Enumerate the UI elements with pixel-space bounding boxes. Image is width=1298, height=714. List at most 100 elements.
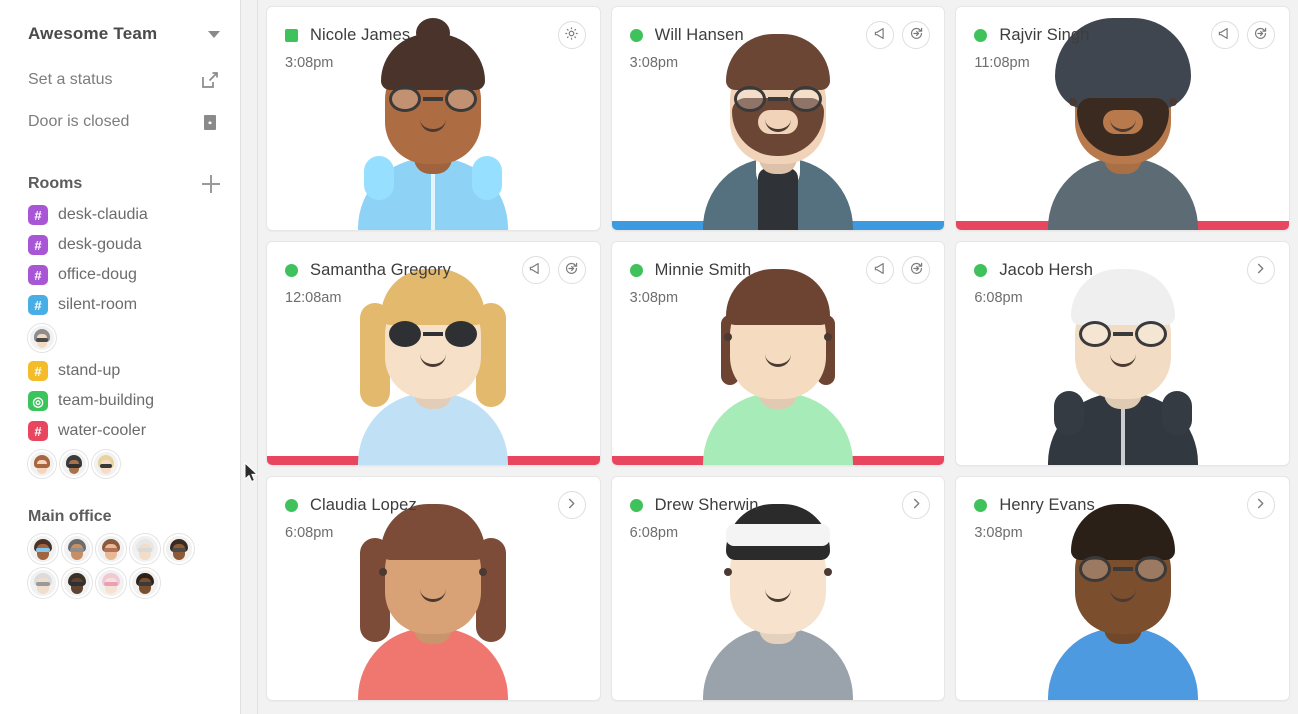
person-card-header: Claudia Lopez	[267, 477, 600, 519]
room-item-water-cooler[interactable]: # water-cooler	[0, 416, 240, 446]
gear-button[interactable]	[557, 21, 586, 49]
team-switcher[interactable]: Awesome Team	[0, 16, 240, 52]
office-member-avatar[interactable]	[96, 534, 126, 564]
chevron-right-icon	[909, 496, 924, 514]
person-card-actions	[1246, 491, 1275, 519]
room-occupants	[0, 320, 240, 356]
status-indicator	[629, 28, 643, 42]
megaphone-button[interactable]	[866, 256, 895, 284]
rooms-header: Rooms	[0, 168, 240, 200]
chevron-right-button[interactable]	[557, 491, 586, 519]
status-indicator	[974, 28, 988, 42]
avatar-face	[173, 544, 185, 560]
knock-enter-icon	[909, 26, 924, 44]
megaphone-icon	[528, 261, 543, 279]
avatar-face	[37, 578, 49, 594]
avatar-lens-right	[1134, 321, 1167, 347]
person-card[interactable]: Nicole James 3:08pm	[266, 6, 601, 231]
avatar-face	[139, 578, 151, 594]
room-item-stand-up[interactable]: # stand-up	[0, 356, 240, 386]
person-card[interactable]: Jacob Hersh 6:08pm	[955, 241, 1290, 466]
office-member-avatar[interactable]	[130, 534, 160, 564]
person-local-time: 3:08pm	[974, 525, 1023, 541]
set-status-row[interactable]: Set a status	[0, 60, 240, 100]
status-indicator	[974, 498, 988, 512]
person-card[interactable]: Samantha Gregory 12:08am	[266, 241, 601, 466]
avatar-lens-left	[1078, 321, 1111, 347]
room-name: silent-room	[58, 296, 138, 313]
knock-enter-button[interactable]	[1246, 21, 1275, 49]
office-member-avatar[interactable]	[28, 534, 58, 564]
chevron-down-icon[interactable]	[208, 30, 220, 38]
knock-enter-button[interactable]	[902, 21, 931, 49]
status-indicator	[629, 498, 643, 512]
main-office-title: Main office	[28, 508, 112, 525]
person-card[interactable]: Drew Sherwin 6:08pm	[610, 476, 946, 701]
person-card-header: Will Hansen	[612, 7, 945, 49]
megaphone-button[interactable]	[866, 21, 895, 49]
rooms-title: Rooms	[28, 175, 83, 192]
team-name: Awesome Team	[28, 24, 158, 43]
office-member-avatar[interactable]	[130, 568, 160, 598]
door-closed-icon[interactable]	[200, 112, 220, 132]
rooms-list: # desk-claudia # desk-gouda # office-doug # sil…	[0, 200, 240, 482]
room-occupant-avatar[interactable]	[60, 450, 88, 478]
avatar-eye-right	[823, 568, 832, 576]
person-card-header: Samantha Gregory	[267, 242, 600, 284]
scroll-gutter[interactable]	[240, 0, 258, 714]
avatar-accent	[104, 548, 118, 552]
room-item-team-building[interactable]: ◎ team-building	[0, 386, 240, 416]
room-badge-icon: ◎	[28, 391, 48, 411]
avatar-accent	[138, 582, 152, 586]
megaphone-button[interactable]	[521, 256, 550, 284]
office-member-avatar[interactable]	[28, 568, 58, 598]
avatar-lens-right	[445, 86, 478, 112]
room-badge-icon: #	[28, 235, 48, 255]
avatar-hood-left	[364, 156, 395, 200]
person-local-time: 6:08pm	[974, 290, 1023, 306]
avatar-accent	[36, 338, 48, 342]
person-card[interactable]: Rajvir Singh 11:08pm	[955, 6, 1290, 231]
chevron-right-button[interactable]	[1246, 256, 1275, 284]
room-item-desk-claudia[interactable]: # desk-claudia	[0, 200, 240, 230]
edit-square-icon[interactable]	[200, 70, 220, 90]
person-local-time: 3:08pm	[629, 290, 679, 306]
knock-enter-button[interactable]	[902, 256, 931, 284]
megaphone-icon	[873, 261, 888, 279]
people-grid: Nicole James 3:08pm Will Hansen 3:08pm Rajvi…	[266, 6, 1290, 701]
avatar-accent	[104, 582, 118, 586]
office-member-avatar[interactable]	[164, 534, 194, 564]
person-name: Will Hansen	[654, 25, 744, 44]
avatar-glasses-bridge	[423, 97, 444, 101]
person-card[interactable]: Will Hansen 3:08pm	[610, 6, 946, 231]
person-card-header: Jacob Hersh	[956, 242, 1289, 284]
plus-icon[interactable]	[202, 175, 220, 193]
person-card-actions	[902, 491, 931, 519]
office-member-avatar[interactable]	[96, 568, 126, 598]
avatar-glasses	[387, 321, 479, 347]
room-item-silent-room[interactable]: # silent-room	[0, 290, 240, 320]
door-status-row[interactable]: Door is closed	[0, 102, 240, 142]
chevron-right-button[interactable]	[1246, 491, 1275, 519]
room-item-desk-gouda[interactable]: # desk-gouda	[0, 230, 240, 260]
room-item-office-doug[interactable]: # office-doug	[0, 260, 240, 290]
person-local-time: 12:08am	[285, 290, 342, 306]
set-status-label: Set a status	[28, 71, 113, 88]
avatar-face	[105, 544, 117, 560]
chevron-right-button[interactable]	[902, 491, 931, 519]
room-occupant-avatar[interactable]	[92, 450, 120, 478]
person-card-header: Drew Sherwin	[612, 477, 945, 519]
person-card[interactable]: Henry Evans 3:08pm	[955, 476, 1290, 701]
megaphone-button[interactable]	[1210, 21, 1239, 49]
person-card[interactable]: Minnie Smith 3:08pm	[610, 241, 946, 466]
knock-enter-button[interactable]	[557, 256, 586, 284]
room-occupant-avatar[interactable]	[28, 324, 56, 352]
avatar-tie	[757, 168, 798, 230]
office-member-avatar[interactable]	[62, 534, 92, 564]
person-local-time: 6:08pm	[629, 525, 679, 541]
room-occupant-avatar[interactable]	[28, 450, 56, 478]
avatar-glasses-bridge	[423, 332, 444, 336]
office-member-avatar[interactable]	[62, 568, 92, 598]
person-card[interactable]: Claudia Lopez 6:08pm	[266, 476, 601, 701]
status-indicator	[629, 263, 643, 277]
